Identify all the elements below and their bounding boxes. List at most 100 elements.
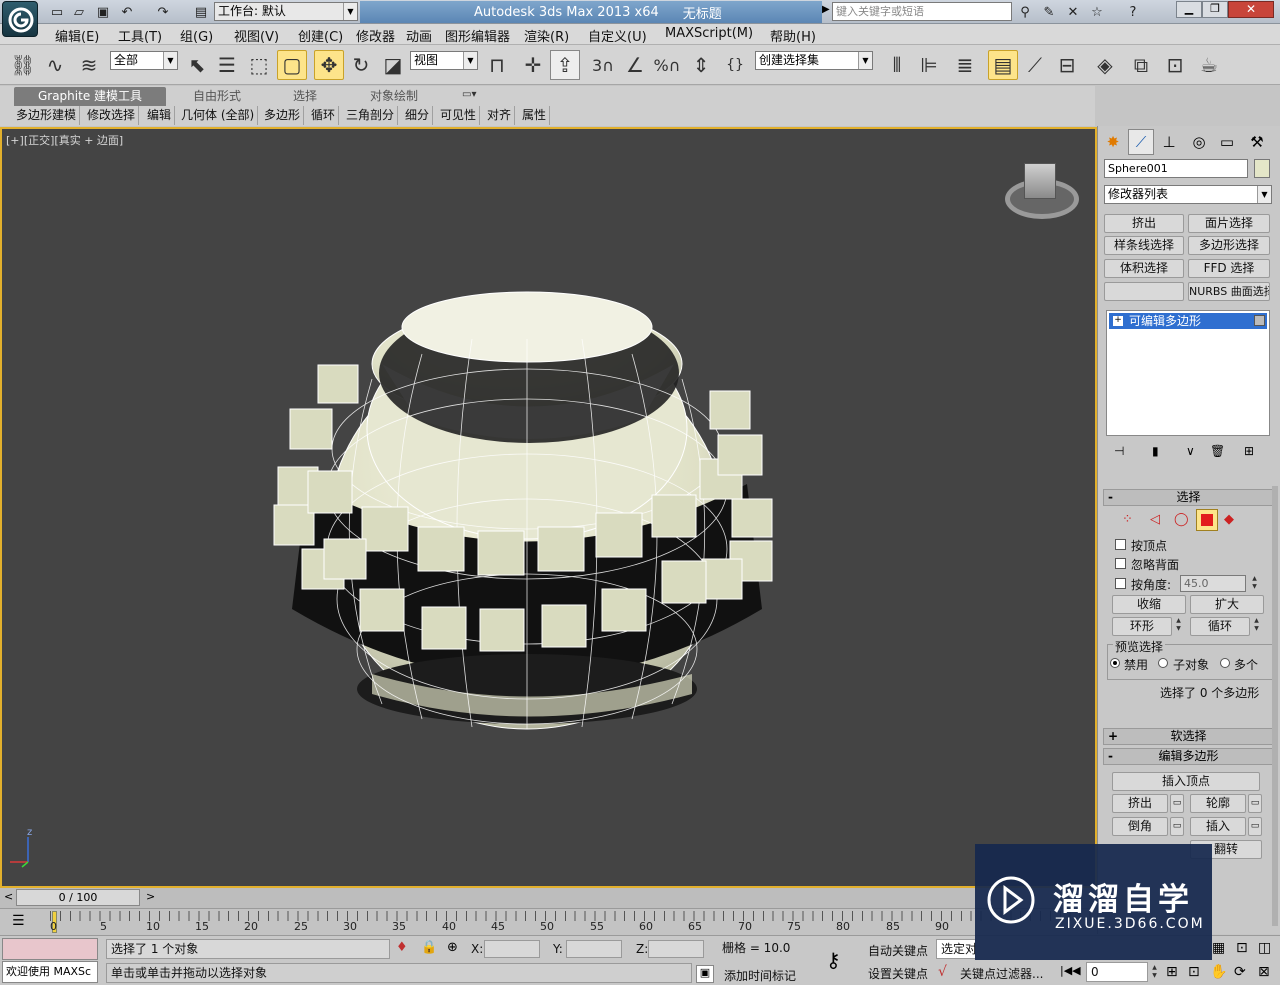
mod-ffd-select-button[interactable]: FFD 选择: [1188, 259, 1270, 278]
menu-modifiers[interactable]: 修改器: [356, 26, 395, 45]
set-key-button[interactable]: 设置关键点: [868, 965, 928, 982]
search-input[interactable]: 键入关键字或短语: [832, 2, 1012, 21]
curve-editor-icon[interactable]: ⟋: [1020, 50, 1050, 80]
render-setup-icon[interactable]: ⧉: [1126, 50, 1156, 80]
preview-subobj-radio[interactable]: [1158, 658, 1168, 668]
configure-sets-icon[interactable]: ⊞: [1244, 444, 1254, 458]
polygon-mode-icon[interactable]: [1196, 509, 1218, 531]
rendered-frame-icon[interactable]: ⊡: [1160, 50, 1190, 80]
mod-poly-select-button[interactable]: 多边形选择: [1188, 236, 1270, 255]
new-file-icon[interactable]: ▭: [48, 3, 66, 21]
angle-spinner-icon[interactable]: ▲ ▼: [1250, 575, 1259, 592]
stack-item-editable-poly[interactable]: + 可编辑多边形: [1109, 313, 1267, 329]
menu-graph-editors[interactable]: 图形编辑器: [445, 26, 510, 45]
x-coordinate-field[interactable]: [484, 940, 540, 958]
time-slider[interactable]: < 0 / 100 >: [0, 888, 1097, 908]
menu-help[interactable]: 帮助(H): [770, 26, 816, 45]
material-editor-icon[interactable]: ◈: [1090, 50, 1120, 80]
rollout-edit-polygons-header[interactable]: - 编辑多边形: [1103, 748, 1274, 765]
app-logo-icon[interactable]: [2, 1, 38, 37]
edge-mode-icon[interactable]: ◁: [1150, 512, 1160, 527]
time-prev-icon[interactable]: <: [4, 890, 13, 903]
mod-spline-select-button[interactable]: 样条线选择: [1104, 236, 1184, 255]
maxscript-listener-pink[interactable]: [2, 938, 98, 960]
time-tag-icon[interactable]: ▣: [696, 965, 714, 983]
link-icon[interactable]: ⛓: [8, 50, 38, 80]
go-to-start-icon[interactable]: |◀◀: [1060, 964, 1081, 977]
insert-vertex-button[interactable]: 插入顶点: [1112, 772, 1260, 791]
communication-icon[interactable]: ✕: [1064, 3, 1082, 21]
bind-space-warp-icon[interactable]: ≋: [74, 50, 104, 80]
subtab-properties[interactable]: 属性: [519, 106, 551, 125]
time-config-icon[interactable]: ⊞: [1166, 964, 1178, 980]
select-scale-icon[interactable]: ◪: [378, 50, 408, 80]
loop-button[interactable]: 循环: [1190, 617, 1250, 636]
track-bar[interactable]: ☰ 0 5 10 15 20 25 30 35 40 45 50 55 60 6…: [0, 908, 1097, 935]
modify-tab-icon[interactable]: ⟋: [1128, 129, 1154, 155]
inset-button[interactable]: 插入: [1190, 817, 1246, 836]
menu-views[interactable]: 视图(V): [234, 26, 279, 45]
spinner-snap-icon[interactable]: ⇕: [686, 50, 716, 80]
redo-icon[interactable]: ↷: [154, 3, 172, 21]
help-icon[interactable]: ?: [1124, 3, 1142, 21]
tab-graphite-modeling[interactable]: Graphite 建模工具: [14, 87, 166, 106]
minimize-button[interactable]: ▁: [1176, 1, 1202, 18]
time-slider-thumb[interactable]: 0 / 100: [16, 889, 140, 906]
outline-button[interactable]: 轮廓: [1190, 794, 1246, 813]
set-key-icon[interactable]: ⚷: [826, 948, 841, 972]
utilities-tab-icon[interactable]: ⚒: [1244, 129, 1270, 155]
ignore-backfacing-checkbox[interactable]: [1115, 558, 1126, 569]
subscription-icon[interactable]: ✎: [1040, 3, 1058, 21]
save-icon[interactable]: ▣: [94, 3, 112, 21]
subtab-modify-selection[interactable]: 修改选择: [84, 106, 140, 125]
bevel-settings-icon[interactable]: ▭: [1170, 817, 1184, 836]
pan-hand-icon[interactable]: ✋: [1210, 964, 1227, 980]
element-mode-icon[interactable]: ◆: [1224, 512, 1234, 527]
bevel-button[interactable]: 倒角: [1112, 817, 1168, 836]
mod-vol-select-button[interactable]: 体积选择: [1104, 259, 1184, 278]
open-file-icon[interactable]: ▱: [70, 3, 88, 21]
remove-modifier-icon[interactable]: 🗑: [1210, 444, 1225, 458]
subtab-polygon-modeling[interactable]: 多边形建模: [13, 106, 81, 125]
rollout-soft-selection-header[interactable]: + 软选择: [1103, 728, 1274, 745]
graphite-toggle-icon[interactable]: ▤: [988, 50, 1018, 80]
mod-extrude-button[interactable]: 挤出: [1104, 214, 1184, 233]
named-selection-dropdown[interactable]: 创建选择集 ▼: [755, 51, 873, 70]
layer-manager-icon[interactable]: ≣: [950, 50, 980, 80]
loop-spinner-icon[interactable]: ▲ ▼: [1252, 617, 1261, 634]
angle-snap-icon[interactable]: ∠: [620, 50, 650, 80]
menu-create[interactable]: 创建(C): [298, 26, 343, 45]
project-folder-icon[interactable]: ▤: [192, 3, 210, 21]
y-coordinate-field[interactable]: [566, 940, 622, 958]
unlink-icon[interactable]: ∿: [40, 50, 70, 80]
command-panel-scrollbar[interactable]: [1272, 486, 1278, 926]
selection-lock-icon[interactable]: 🔒: [421, 940, 437, 955]
mirror-icon[interactable]: ⫴: [882, 50, 912, 80]
vertex-mode-icon[interactable]: ⁘: [1122, 512, 1133, 527]
subtab-align[interactable]: 对齐: [484, 106, 516, 125]
viewcube-icon[interactable]: [1024, 163, 1056, 199]
rollout-selection-header[interactable]: - 选择: [1103, 489, 1274, 506]
subtab-loops[interactable]: 循环: [308, 106, 340, 125]
outline-settings-icon[interactable]: ▭: [1248, 794, 1262, 813]
subtab-visibility[interactable]: 可见性: [437, 106, 481, 125]
by-vertex-checkbox[interactable]: [1115, 539, 1126, 550]
workspace-dropdown[interactable]: 工作台: 默认 ▼: [214, 2, 358, 21]
percent-snap-icon[interactable]: % ∩: [652, 50, 682, 80]
current-frame-field[interactable]: 0: [1086, 962, 1148, 982]
favorites-star-icon[interactable]: ☆: [1088, 3, 1106, 21]
zoom-extents-icon[interactable]: ▦: [1212, 940, 1225, 956]
preview-multi-radio[interactable]: [1220, 658, 1230, 668]
inset-settings-icon[interactable]: ▭: [1248, 817, 1262, 836]
select-object-icon[interactable]: ⬉: [182, 50, 212, 80]
menu-edit[interactable]: 编辑(E): [55, 26, 99, 45]
ring-button[interactable]: 环形: [1112, 617, 1172, 636]
select-rotate-icon[interactable]: ↻: [346, 50, 376, 80]
mod-nurbs-select-button[interactable]: NURBS 曲面选择: [1188, 282, 1270, 301]
tab-selection[interactable]: 选择: [268, 87, 342, 106]
ring-spinner-icon[interactable]: ▲ ▼: [1174, 617, 1183, 634]
extrude-button[interactable]: 挤出: [1112, 794, 1168, 813]
object-color-swatch[interactable]: [1254, 159, 1270, 178]
undo-icon[interactable]: ↶: [118, 3, 136, 21]
tab-object-paint[interactable]: 对象绘制: [346, 87, 442, 106]
